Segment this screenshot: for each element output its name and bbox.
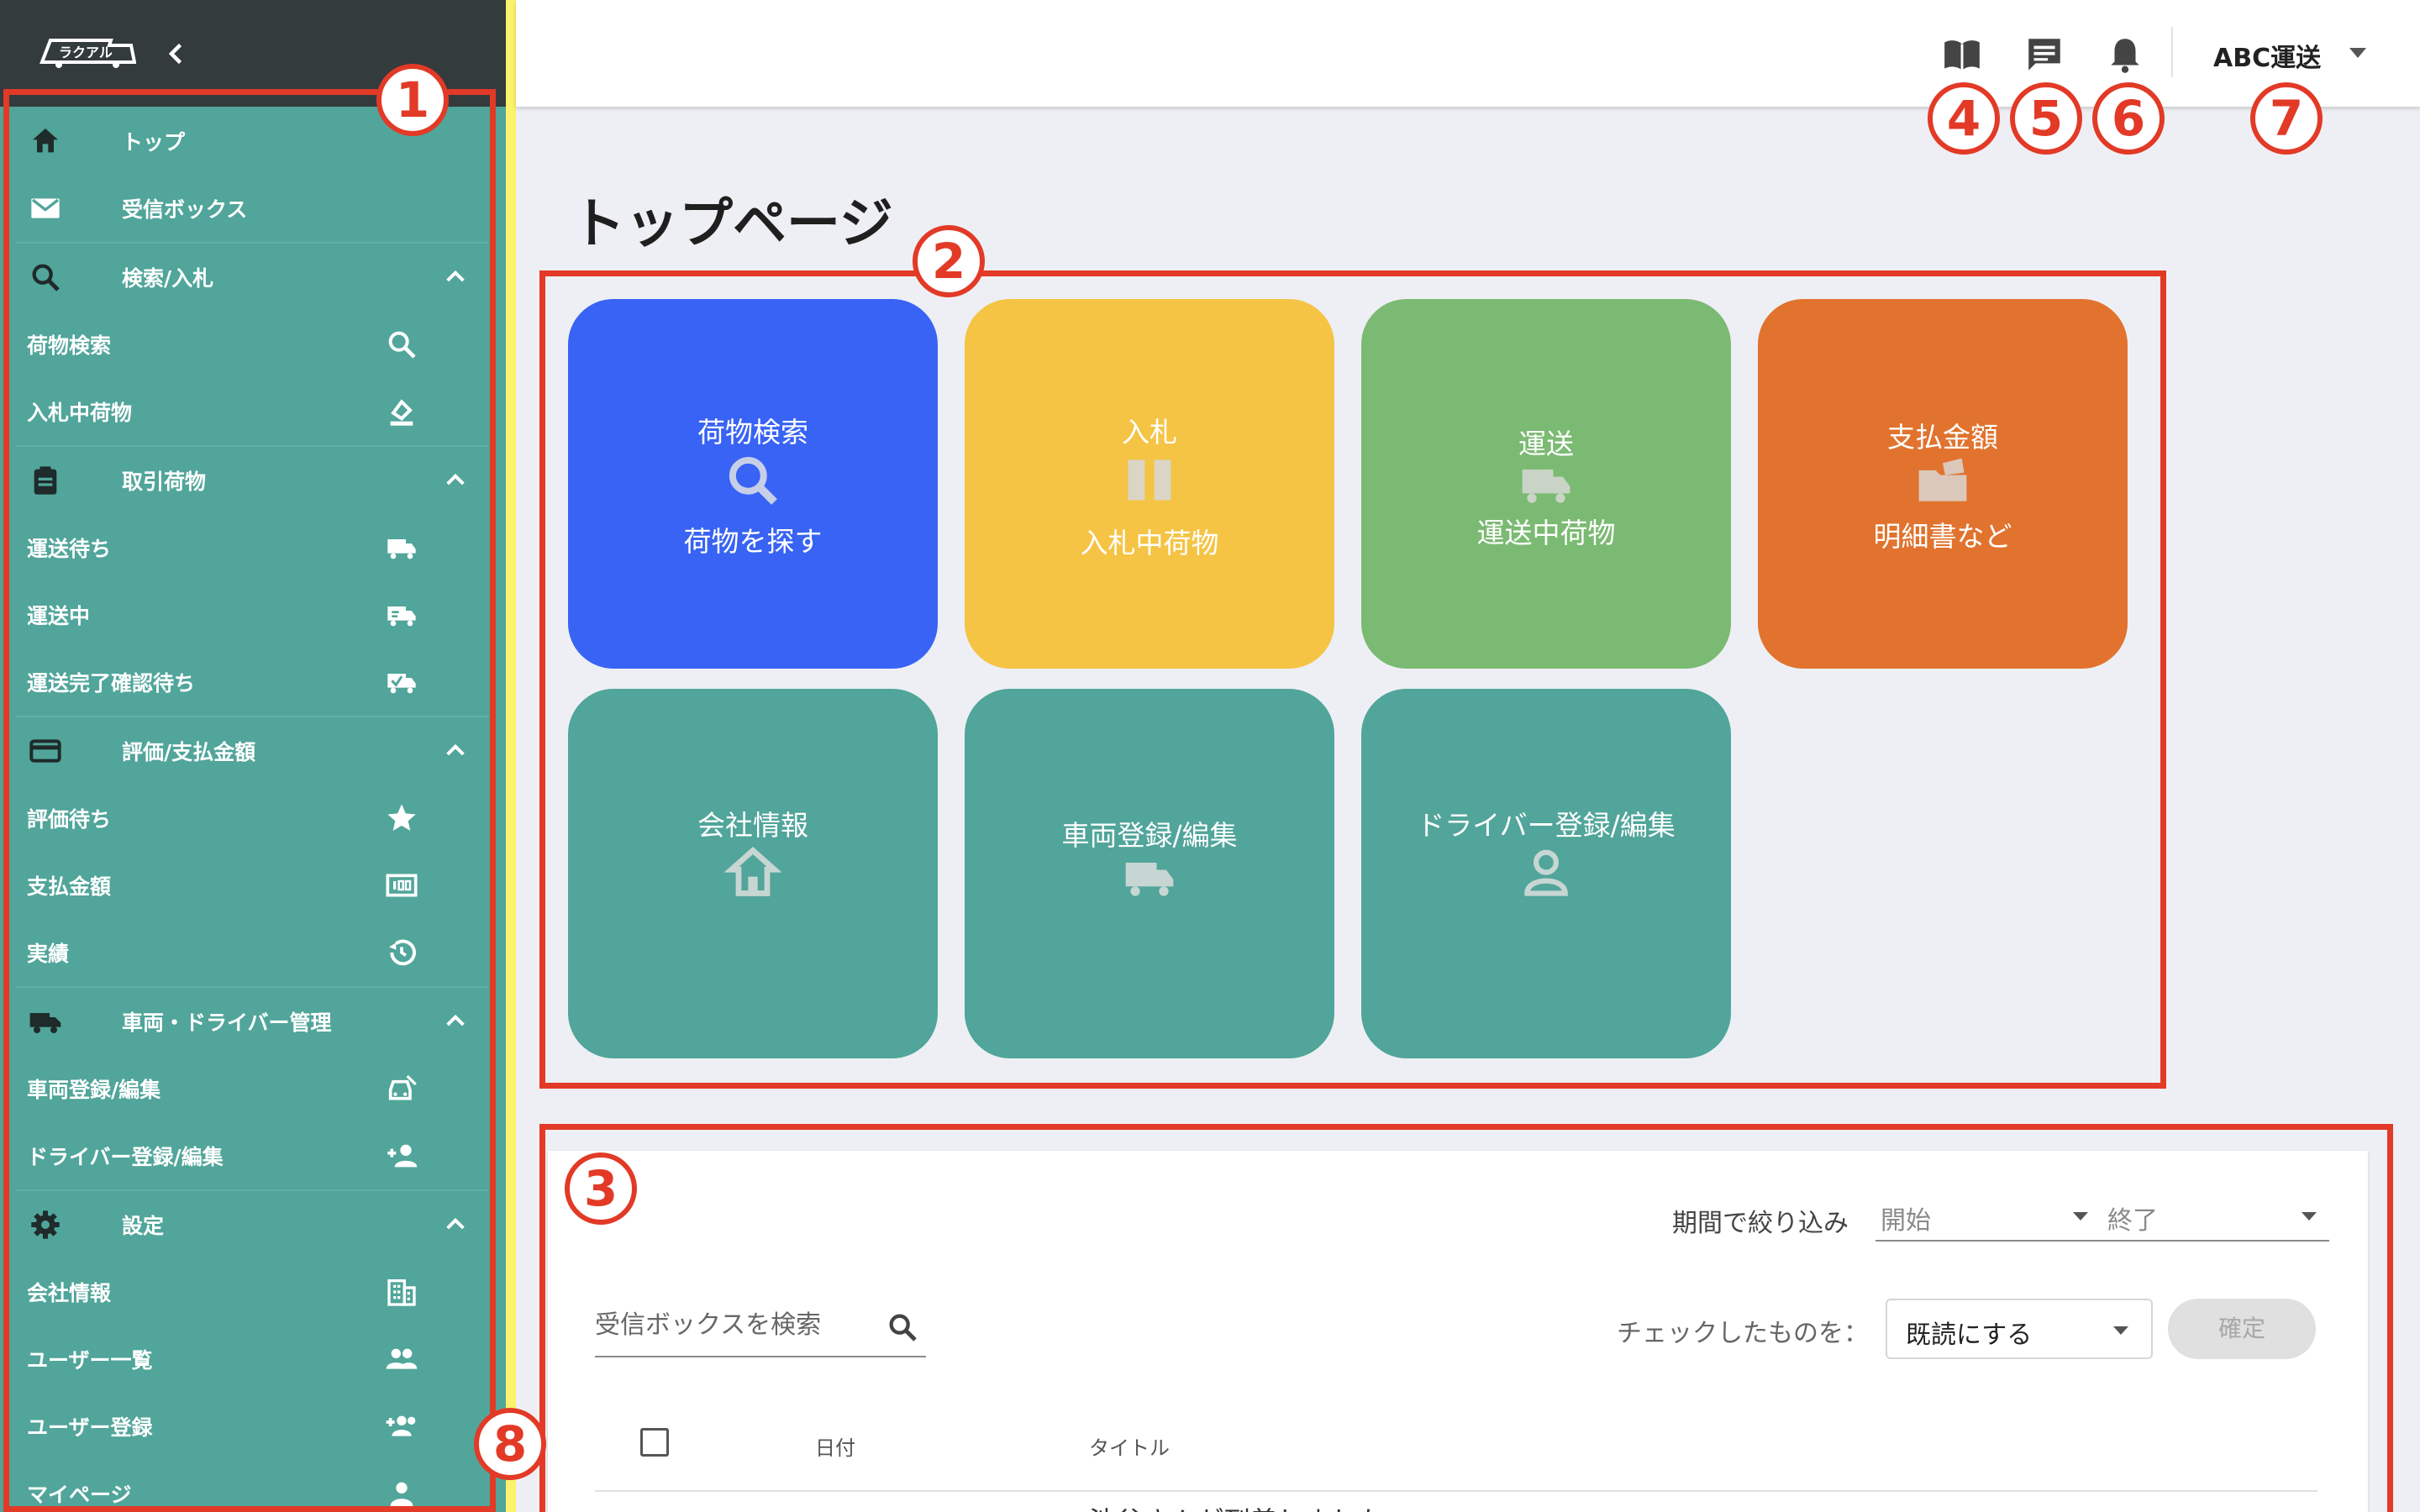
annotation-marker-1: 1	[376, 64, 449, 136]
page-title: トップページ	[571, 193, 893, 255]
book-icon[interactable]	[1941, 34, 1983, 76]
annotation-marker-4: 4	[1928, 82, 2000, 155]
annotation-marker-7: 7	[2250, 82, 2323, 155]
annotation-box-tiles	[539, 270, 2166, 1089]
chat-icon[interactable]	[2023, 34, 2065, 76]
annotation-box-sidebar	[3, 89, 496, 1512]
annotation-marker-5: 5	[2010, 82, 2082, 155]
bell-icon[interactable]	[2104, 34, 2146, 76]
sidebar-edge-strip	[506, 0, 516, 1512]
logo-truck-icon[interactable]: ラクアル	[39, 37, 136, 69]
header-divider	[2171, 27, 2173, 77]
annotation-box-inbox	[539, 1124, 2393, 1512]
annotation-marker-2: 2	[913, 225, 985, 297]
annotation-marker-8: 8	[474, 1408, 546, 1480]
company-menu[interactable]: ABC運送	[2213, 37, 2321, 74]
caret-down-icon[interactable]	[2349, 47, 2367, 59]
chevron-left-icon[interactable]	[161, 37, 192, 71]
annotation-marker-6: 6	[2092, 82, 2165, 155]
logo-text: ラクアル	[59, 45, 113, 60]
annotation-marker-3: 3	[565, 1152, 637, 1225]
